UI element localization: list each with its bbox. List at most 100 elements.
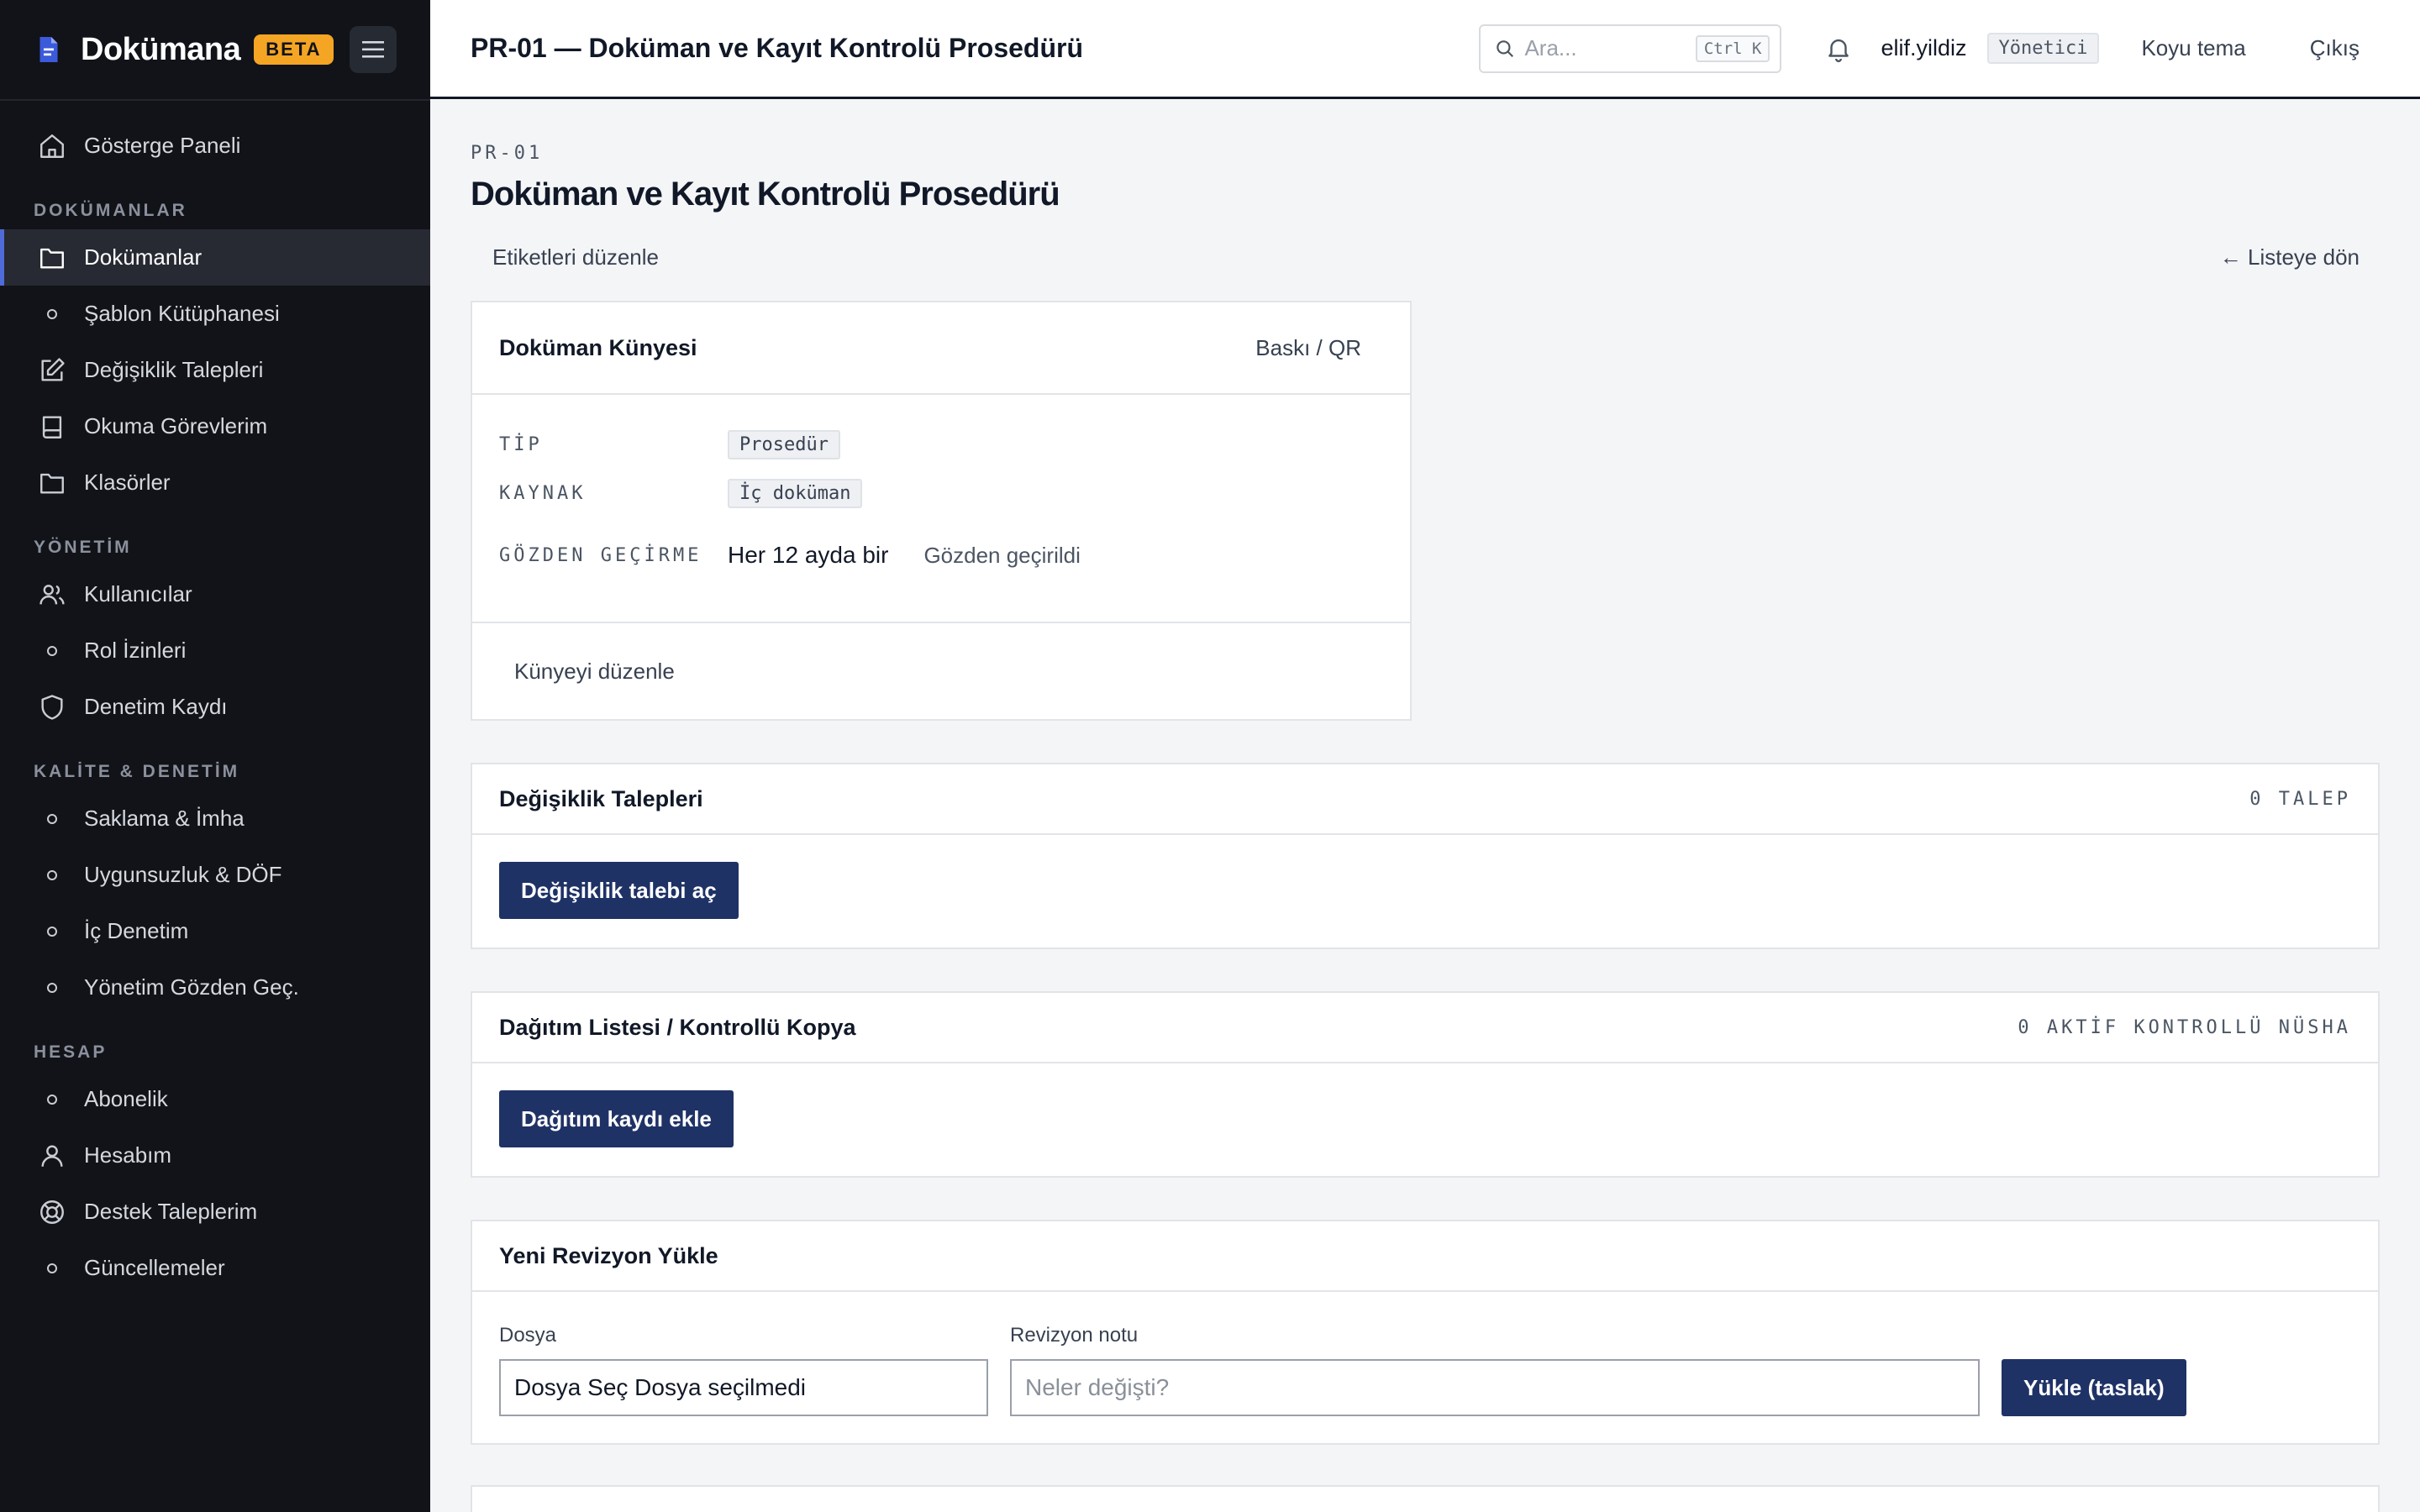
search-input[interactable] <box>1524 35 1696 61</box>
dot-icon <box>37 636 67 666</box>
sidebar-nav: Gösterge Paneli DOKÜMANLAR Dokümanlar Şa… <box>0 101 430 1296</box>
note-label: Revizyon notu <box>1010 1324 1139 1347</box>
dark-theme-toggle[interactable]: Koyu tema <box>2141 35 2245 61</box>
sidebar-item-label: Okuma Görevlerim <box>84 413 268 438</box>
menu-toggle-button[interactable] <box>350 26 397 73</box>
sidebar-item-label: Destek Taleplerim <box>84 1199 258 1224</box>
sidebar-item-label: Gösterge Paneli <box>84 133 241 158</box>
card-header: Değişiklik Talepleri 0 TALEP <box>472 764 2378 835</box>
document-info-fields: TİP Prosedür KAYNAK İç doküman GÖZDEN GE… <box>472 395 1410 623</box>
change-requests-card: Değişiklik Talepleri 0 TALEP Değişiklik … <box>471 763 2380 949</box>
sidebar: Dokümana BETA Gösterge Paneli DOKÜMANLAR… <box>0 0 430 1512</box>
role-badge: Yönetici <box>1986 33 2100 64</box>
upload-revision-card: Yeni Revizyon Yükle Dosya Dosya Seç Dosy… <box>471 1220 2380 1445</box>
dot-icon <box>37 299 67 329</box>
sidebar-item-label: Denetim Kaydı <box>84 694 228 719</box>
dot-icon <box>37 916 67 947</box>
sidebar-item-retention[interactable]: Saklama & İmha <box>0 790 430 847</box>
card-body: Değişiklik talebi aç <box>472 835 2378 948</box>
edit-icon <box>37 355 67 386</box>
active-copy-count: 0 AKTİF KONTROLLÜ NÜSHA <box>2018 1016 2351 1038</box>
card-header: Dağıtım Listesi / Kontrollü Kopya 0 AKTİ… <box>472 993 2378 1063</box>
source-row: KAYNAK İç doküman <box>499 469 1383 517</box>
dot-icon <box>37 804 67 834</box>
review-interval: Her 12 ayda bir <box>728 542 889 568</box>
review-status: Gözden geçirildi <box>923 542 1081 568</box>
section-title-quality: KALİTE & DENETİM <box>34 762 240 781</box>
add-distribution-button[interactable]: Dağıtım kaydı ekle <box>499 1090 734 1147</box>
sidebar-item-support[interactable]: Destek Taleplerim <box>0 1184 430 1240</box>
bell-icon <box>1828 39 1849 62</box>
edit-info-button[interactable]: Künyeyi düzenle <box>472 623 1410 719</box>
card-header: Yeni Revizyon Yükle <box>472 1221 2378 1292</box>
main-content: PR-01 Doküman ve Kayıt Kontrolü Prosedür… <box>471 99 2380 1445</box>
sidebar-item-subscription[interactable]: Abonelik <box>0 1071 430 1127</box>
search-box[interactable]: Ctrl K <box>1479 24 1782 73</box>
user-icon <box>37 1141 67 1171</box>
sidebar-item-label: Abonelik <box>84 1086 168 1111</box>
shield-icon <box>37 692 67 722</box>
page-title: PR-01 — Doküman ve Kayıt Kontrolü Prosed… <box>471 33 1084 63</box>
card-title: Değişiklik Talepleri <box>499 785 703 811</box>
sidebar-item-label: Şablon Kütüphanesi <box>84 301 280 326</box>
card-title: Doküman Künyesi <box>499 334 697 360</box>
back-to-list-link[interactable]: ← Listeye dön <box>2220 244 2360 270</box>
sidebar-item-label: Dokümanlar <box>84 244 203 270</box>
sidebar-item-management-review[interactable]: Yönetim Gözden Geç. <box>0 959 430 1016</box>
sidebar-item-label: Yönetim Gözden Geç. <box>84 974 299 1000</box>
edit-tags-button[interactable]: Etiketleri düzenle <box>471 244 659 270</box>
sidebar-item-updates[interactable]: Güncellemeler <box>0 1240 430 1296</box>
document-info-card: Doküman Künyesi Baskı / QR TİP Prosedür … <box>471 301 1412 721</box>
next-card-partial <box>471 1485 2380 1512</box>
sidebar-item-documents[interactable]: Dokümanlar <box>0 229 430 286</box>
dot-icon <box>37 1084 67 1115</box>
upload-draft-button[interactable]: Yükle (taslak) <box>2002 1359 2186 1416</box>
print-qr-link[interactable]: Baskı / QR <box>1255 335 1361 361</box>
sidebar-item-role-permissions[interactable]: Rol İzinleri <box>0 622 430 679</box>
section-title-management: YÖNETİM <box>34 538 132 557</box>
folder-icon <box>37 243 67 273</box>
request-count: 0 TALEP <box>2249 788 2351 810</box>
review-label: GÖZDEN GEÇİRME <box>499 544 702 566</box>
sidebar-item-folders[interactable]: Klasörler <box>0 454 430 511</box>
source-label: KAYNAK <box>499 482 587 504</box>
sidebar-item-label: Uygunsuzluk & DÖF <box>84 862 282 887</box>
sidebar-item-template-library[interactable]: Şablon Kütüphanesi <box>0 286 430 342</box>
revision-note-input[interactable] <box>1010 1359 1980 1416</box>
type-chip: Prosedür <box>728 429 840 459</box>
sidebar-item-my-account[interactable]: Hesabım <box>0 1127 430 1184</box>
sidebar-item-dashboard[interactable]: Gösterge Paneli <box>0 118 430 174</box>
sidebar-item-label: Güncellemeler <box>84 1255 225 1280</box>
hamburger-icon <box>362 41 384 58</box>
sidebar-item-label: Saklama & İmha <box>84 806 245 831</box>
sidebar-item-nonconformity[interactable]: Uygunsuzluk & DÖF <box>0 847 430 903</box>
brand-name: Dokümana <box>81 31 241 67</box>
type-row: TİP Prosedür <box>499 420 1383 469</box>
users-icon <box>37 580 67 610</box>
file-input[interactable]: Dosya Seç Dosya seçilmedi <box>499 1359 988 1416</box>
sidebar-item-internal-audit[interactable]: İç Denetim <box>0 903 430 959</box>
current-username[interactable]: elif.yildiz <box>1881 35 1966 61</box>
upload-form: Dosya Dosya Seç Dosya seçilmedi Revizyon… <box>472 1292 2378 1443</box>
open-change-request-button[interactable]: Değişiklik talebi aç <box>499 862 739 919</box>
file-label: Dosya <box>499 1324 557 1347</box>
distribution-card: Dağıtım Listesi / Kontrollü Kopya 0 AKTİ… <box>471 991 2380 1178</box>
search-shortcut-hint: Ctrl K <box>1695 34 1770 62</box>
logout-link[interactable]: Çıkış <box>2310 35 2360 61</box>
sidebar-item-label: Hesabım <box>84 1142 172 1168</box>
sidebar-item-users[interactable]: Kullanıcılar <box>0 566 430 622</box>
dot-icon <box>37 1253 67 1284</box>
card-body: Dağıtım kaydı ekle <box>472 1063 2378 1176</box>
sidebar-item-audit-log[interactable]: Denetim Kaydı <box>0 679 430 735</box>
file-field: Dosya Dosya Seç Dosya seçilmedi <box>499 1324 988 1416</box>
section-title-account: HESAP <box>34 1042 108 1062</box>
beta-badge: BETA <box>254 34 334 65</box>
sidebar-item-reading-tasks[interactable]: Okuma Görevlerim <box>0 398 430 454</box>
notifications-button[interactable] <box>1822 32 1855 66</box>
sidebar-item-change-requests[interactable]: Değişiklik Talepleri <box>0 342 430 398</box>
sidebar-item-label: İç Denetim <box>84 918 189 943</box>
card-title: Dağıtım Listesi / Kontrollü Kopya <box>499 1014 856 1040</box>
folder-icon <box>37 468 67 498</box>
home-icon <box>37 131 67 161</box>
dot-icon <box>37 860 67 890</box>
